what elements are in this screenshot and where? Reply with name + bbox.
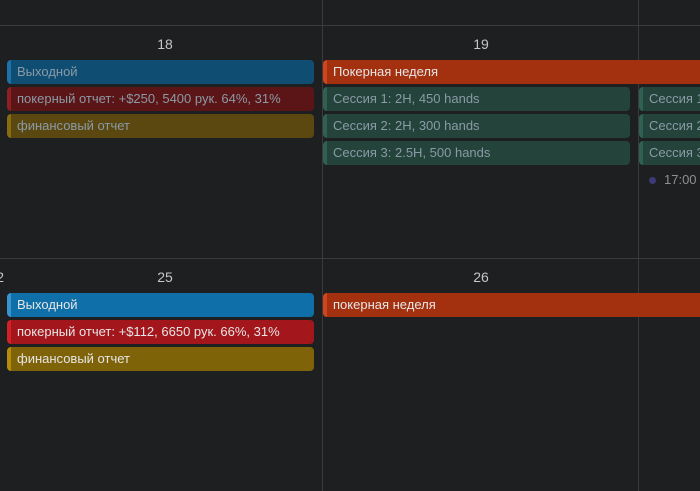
event-title: покерный отчет: +$112, 6650 рук. 66%, 31… [17,324,280,339]
event-color-stripe [7,347,11,371]
event-holiday[interactable]: Выходной [7,60,314,84]
day-number-25[interactable]: 25 [135,268,195,286]
event-finance-report[interactable]: финансовый отчет [7,114,314,138]
event-color-stripe [323,114,327,138]
event-session-1-next[interactable]: Сессия 1 [639,87,700,111]
event-session-3[interactable]: Сессия 3: 2.5H, 500 hands [323,141,630,165]
event-title: Сессия 2: 2H, 300 hands [333,118,480,133]
event-color-stripe [323,293,327,317]
event-color-stripe [7,320,11,344]
event-session-2[interactable]: Сессия 2: 2H, 300 hands [323,114,630,138]
day-number-19[interactable]: 19 [451,35,511,53]
event-color-stripe [639,114,643,138]
event-title: Покерная неделя [333,64,439,79]
event-title: финансовый отчет [17,118,130,133]
event-color-stripe [7,114,11,138]
event-finance-report[interactable]: финансовый отчет [7,347,314,371]
event-dot-icon [649,177,656,184]
day-number-prev[interactable]: 2 [0,268,4,286]
event-holiday[interactable]: Выходной [7,293,314,317]
event-session-1[interactable]: Сессия 1: 2H, 450 hands [323,87,630,111]
event-poker-week[interactable]: покерная неделя [323,293,700,317]
event-color-stripe [323,87,327,111]
event-color-stripe [323,60,327,84]
week-divider [0,25,700,26]
event-poker-report[interactable]: покерный отчет: +$112, 6650 рук. 66%, 31… [7,320,314,344]
event-session-2-next[interactable]: Сессия 2 [639,114,700,138]
event-poker-week[interactable]: Покерная неделя [323,60,700,84]
event-color-stripe [7,87,11,111]
event-title: Сессия 1 [649,91,700,106]
event-title: Сессия 1: 2H, 450 hands [333,91,480,106]
event-color-stripe [7,293,11,317]
event-title: Выходной [17,297,78,312]
event-title: покерный отчет: +$250, 5400 рук. 64%, 31… [17,91,281,106]
event-session-3-next[interactable]: Сессия 3 [639,141,700,165]
event-title: Сессия 3: 2.5H, 500 hands [333,145,491,160]
event-poker-report[interactable]: покерный отчет: +$250, 5400 рук. 64%, 31… [7,87,314,111]
event-time[interactable]: 17:00 [664,171,697,189]
week-divider [0,258,700,259]
event-title: финансовый отчет [17,351,130,366]
day-number-26[interactable]: 26 [451,268,511,286]
event-title: Сессия 2 [649,118,700,133]
event-title: Выходной [17,64,78,79]
day-number-18[interactable]: 18 [135,35,195,53]
event-color-stripe [639,87,643,111]
event-title: Сессия 3 [649,145,700,160]
event-color-stripe [323,141,327,165]
event-color-stripe [639,141,643,165]
event-color-stripe [7,60,11,84]
event-title: покерная неделя [333,297,436,312]
calendar-grid: 18 19 Выходной покерный отчет: +$250, 54… [0,0,700,491]
